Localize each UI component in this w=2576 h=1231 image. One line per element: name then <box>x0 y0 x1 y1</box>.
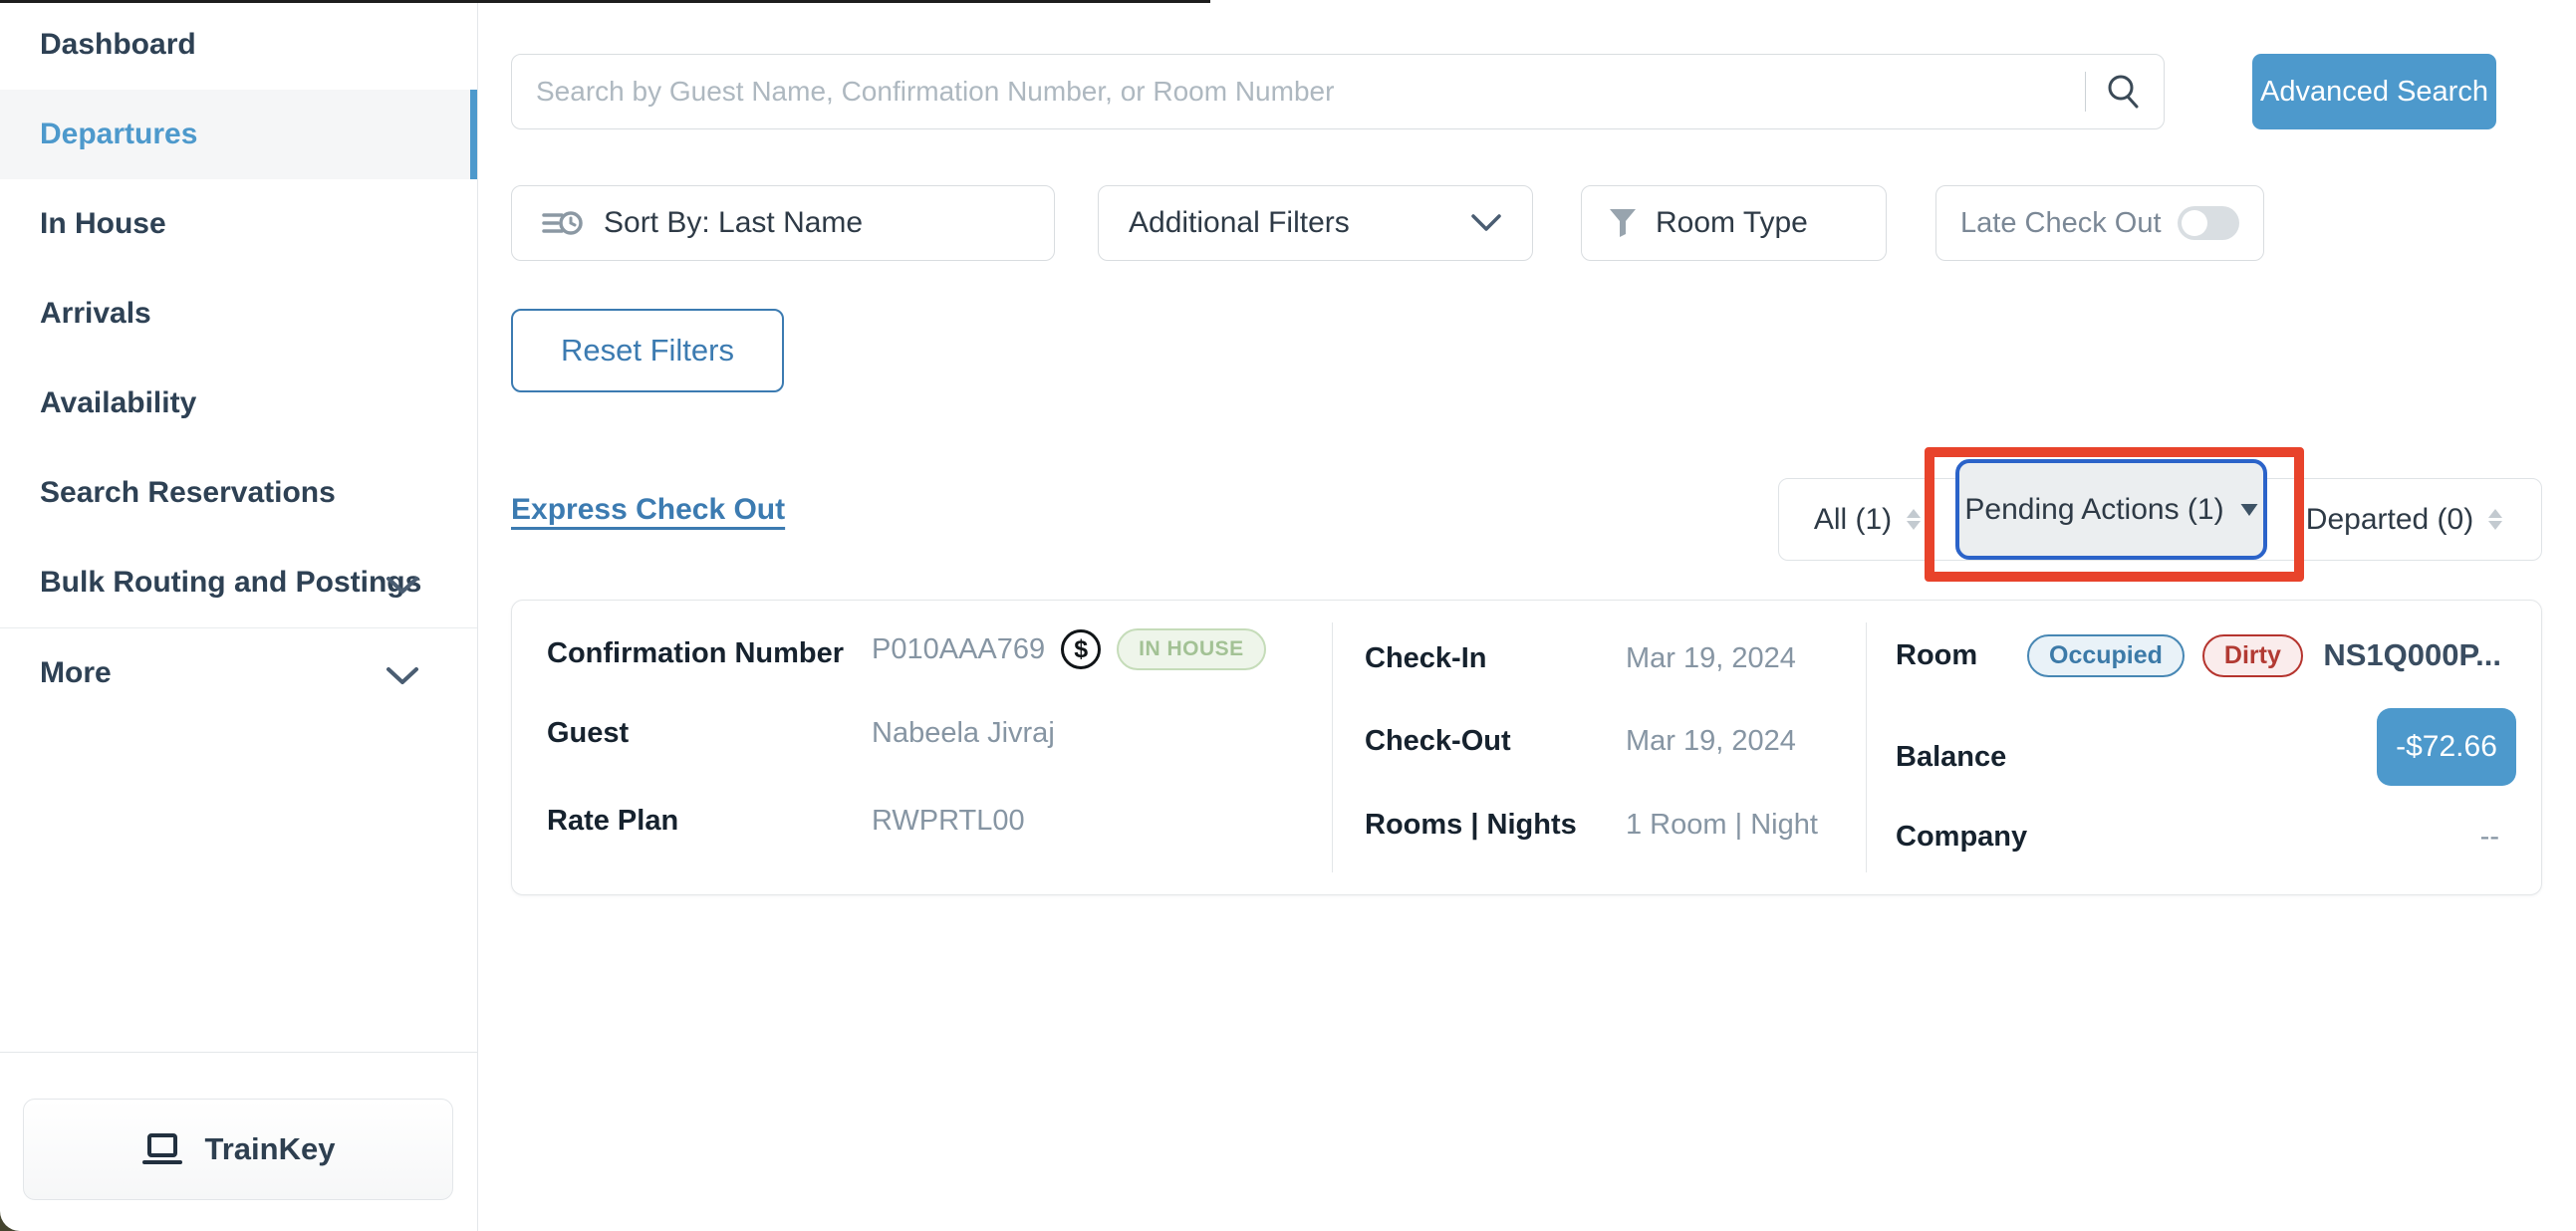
caret-down-icon <box>2240 504 2258 516</box>
balance-amount-chip[interactable]: -$72.66 <box>2377 708 2516 786</box>
sidebar-item-bulk-routing[interactable]: Bulk Routing and Postings <box>0 538 477 627</box>
card-divider <box>1332 622 1333 872</box>
rate-plan-value: RWPRTL00 <box>872 805 1025 838</box>
tab-all-label: All (1) <box>1814 503 1892 537</box>
late-check-out-label: Late Check Out <box>1960 207 2162 240</box>
room-label: Room <box>1896 639 1977 672</box>
trainkey-button[interactable]: TrainKey <box>23 1099 453 1200</box>
trainkey-label: TrainKey <box>205 1131 336 1167</box>
room-number-text: NS1Q000P... <box>2323 637 2501 673</box>
confirmation-number-value: P010AAA769 <box>872 633 1045 666</box>
room-type-filter[interactable]: Room Type <box>1581 185 1887 261</box>
room-type-label: Room Type <box>1656 206 1808 240</box>
check-in-label: Check-In <box>1365 642 1486 675</box>
check-in-value: Mar 19, 2024 <box>1626 642 1796 675</box>
reset-filters-button[interactable]: Reset Filters <box>511 309 784 392</box>
sort-by-dropdown[interactable]: Sort By: Last Name <box>511 185 1055 261</box>
main-content: Advanced Search Sort By: Last Name Addit… <box>478 0 2576 1231</box>
sidebar-item-availability[interactable]: Availability <box>0 359 477 448</box>
company-label: Company <box>1896 821 2027 854</box>
check-out-label: Check-Out <box>1365 725 1511 758</box>
rooms-nights-value: 1 Room | Night <box>1626 809 1818 842</box>
sidebar: Dashboard Departures In House Arrivals A… <box>0 0 478 1231</box>
sidebar-item-label: Bulk Routing and Postings <box>40 566 421 599</box>
advanced-search-button[interactable]: Advanced Search <box>2252 54 2496 129</box>
sidebar-nav: Dashboard Departures In House Arrivals A… <box>0 0 478 1052</box>
billing-dollar-icon[interactable]: $ <box>1061 629 1101 669</box>
in-house-status-badge: IN HOUSE <box>1117 628 1266 670</box>
sidebar-item-more[interactable]: More <box>0 627 477 717</box>
sort-arrows-icon <box>1906 509 1922 530</box>
company-value: -- <box>2480 812 2499 862</box>
check-out-value: Mar 19, 2024 <box>1626 725 1796 758</box>
sidebar-item-dashboard[interactable]: Dashboard <box>0 0 477 90</box>
laptop-icon <box>141 1132 183 1166</box>
tab-all[interactable]: All (1) <box>1779 479 1956 560</box>
sidebar-item-arrivals[interactable]: Arrivals <box>0 269 477 359</box>
sidebar-footer: TrainKey <box>0 1052 478 1231</box>
sort-by-label: Sort By: Last Name <box>604 206 863 240</box>
search-input[interactable] <box>536 55 2077 128</box>
additional-filters-dropdown[interactable]: Additional Filters <box>1098 185 1533 261</box>
search-divider <box>2085 72 2086 112</box>
funnel-icon <box>1608 207 1638 239</box>
sort-arrows-icon <box>2487 509 2503 530</box>
toggle-knob <box>2182 210 2207 236</box>
card-divider <box>1866 622 1867 872</box>
reservation-card: Confirmation Number P010AAA769 $ IN HOUS… <box>511 600 2542 895</box>
sidebar-item-label: More <box>40 656 112 689</box>
company-value-text: -- <box>2480 821 2499 854</box>
tab-departed-label: Departed (0) <box>2306 503 2473 537</box>
balance-label: Balance <box>1896 741 2006 774</box>
late-check-out-toggle[interactable] <box>2178 206 2239 240</box>
rooms-nights-label: Rooms | Nights <box>1365 809 1577 842</box>
tab-pending-label: Pending Actions (1) <box>1964 493 2223 527</box>
chevron-down-icon <box>1470 213 1502 233</box>
guest-name-value: Nabeela Jivraj <box>872 717 1055 750</box>
tab-pending-actions[interactable]: Pending Actions (1) <box>1955 459 2267 560</box>
chevron-down-icon <box>386 666 419 686</box>
sidebar-item-search-reservations[interactable]: Search Reservations <box>0 448 477 538</box>
chevron-down-icon <box>386 576 419 596</box>
tab-departed[interactable]: Departed (0) <box>2268 479 2541 560</box>
search-icon[interactable] <box>2104 72 2144 112</box>
room-dirty-badge: Dirty <box>2202 634 2303 677</box>
express-check-out-link[interactable]: Express Check Out <box>511 493 785 527</box>
additional-filters-label: Additional Filters <box>1129 206 1350 240</box>
search-bar <box>511 54 2165 129</box>
balance-amount-text: -$72.66 <box>2396 730 2497 764</box>
room-occupied-badge: Occupied <box>2027 634 2185 677</box>
rate-plan-label: Rate Plan <box>547 805 678 838</box>
sidebar-item-departures[interactable]: Departures <box>0 90 477 179</box>
cropped-window-edge <box>0 0 1210 3</box>
sidebar-item-in-house[interactable]: In House <box>0 179 477 269</box>
confirmation-number-label: Confirmation Number <box>547 637 844 670</box>
sort-history-icon <box>540 205 584 241</box>
room-number-value: NS1Q000P... <box>2323 630 2501 680</box>
guest-label: Guest <box>547 717 629 750</box>
late-check-out-filter: Late Check Out <box>1935 185 2264 261</box>
